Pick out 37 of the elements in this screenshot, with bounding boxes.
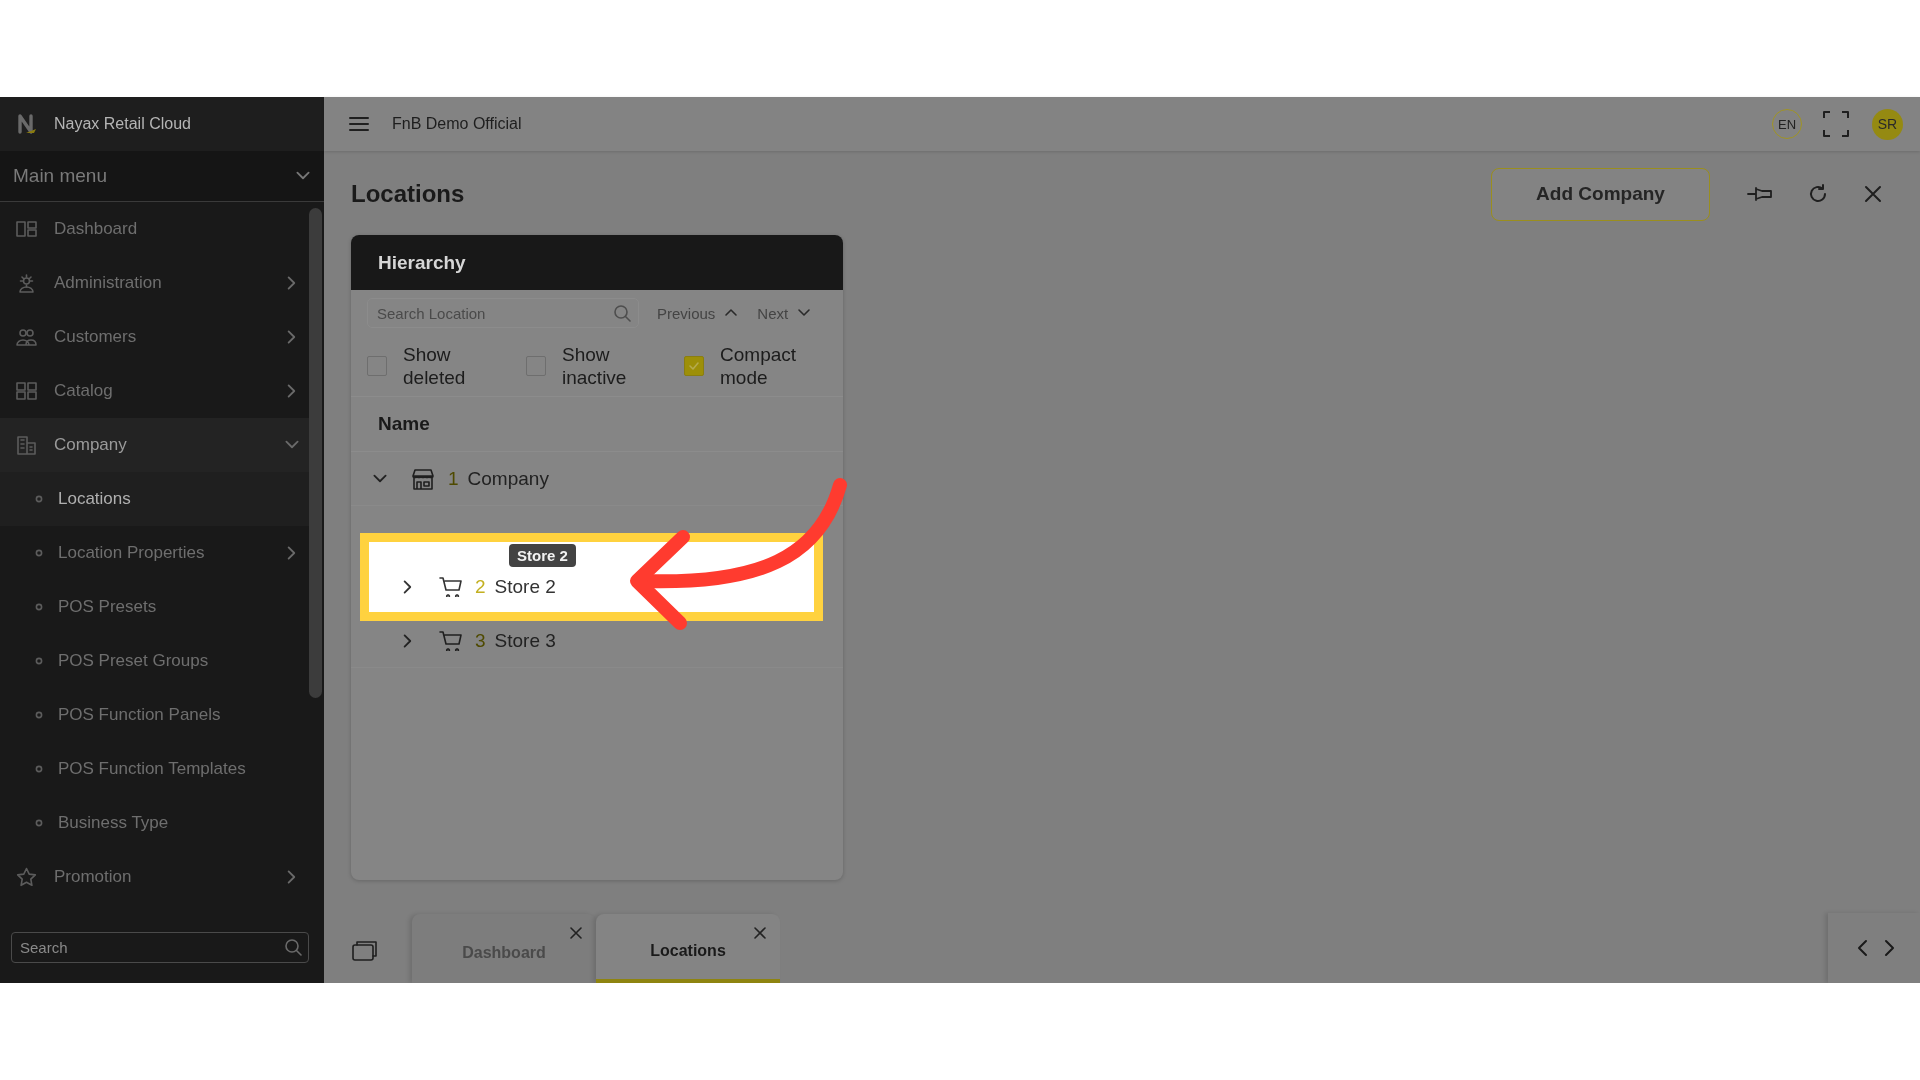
search-field[interactable]: Search Location bbox=[367, 298, 639, 328]
page-title: Locations bbox=[351, 180, 465, 208]
tree-item-label[interactable]: Store 2 bbox=[494, 575, 556, 598]
menu-item[interactable]: Catalog bbox=[0, 364, 309, 418]
search-field[interactable]: Search bbox=[11, 932, 309, 963]
row-number: 3 bbox=[475, 629, 486, 652]
menu-item[interactable]: Customers bbox=[0, 310, 309, 364]
tab[interactable]: Locations bbox=[596, 914, 780, 983]
menu-item[interactable]: Locations bbox=[0, 472, 309, 526]
checkbox-label: Show deleted bbox=[403, 343, 467, 389]
menu-item[interactable]: Company bbox=[0, 418, 309, 472]
menu-title: Main menu bbox=[13, 165, 108, 187]
previous-button[interactable]: Previous bbox=[657, 304, 740, 322]
row-number: 1 bbox=[448, 467, 459, 490]
panel-header: Hierarchy bbox=[351, 235, 843, 290]
menu-item[interactable]: Promotion bbox=[0, 850, 309, 904]
tooltip: Store 2 bbox=[509, 544, 576, 567]
add-company-button[interactable]: Add Company bbox=[1491, 167, 1710, 221]
tree-item-label[interactable]: Store 3 bbox=[494, 629, 556, 652]
next-button[interactable]: Next bbox=[757, 304, 813, 322]
app-name: Nayax Retail Cloud bbox=[54, 115, 191, 133]
checkbox-label: Compact mode bbox=[720, 343, 798, 389]
menu-item[interactable]: Administration bbox=[0, 256, 309, 310]
tree-item-label[interactable]: Company bbox=[467, 467, 549, 490]
user-avatar[interactable]: SR bbox=[1872, 108, 1903, 140]
main-menu-toggle[interactable]: Main menu bbox=[0, 151, 324, 202]
menu-item[interactable]: Location Properties bbox=[0, 526, 309, 580]
checkbox-label: Show inactive bbox=[562, 343, 628, 389]
menu-item[interactable]: Dashboard bbox=[0, 202, 309, 256]
workspace-name: FnB Demo Official bbox=[392, 115, 522, 133]
menu-item[interactable]: POS Function Templates bbox=[0, 742, 309, 796]
menu-item[interactable]: POS Function Panels bbox=[0, 688, 309, 742]
column-header: Name bbox=[378, 413, 430, 435]
menu-item[interactable]: POS Preset Groups bbox=[0, 634, 309, 688]
menu-item[interactable]: Business Type bbox=[0, 796, 309, 850]
menu-item[interactable]: POS Presets bbox=[0, 580, 309, 634]
row-number: 2 bbox=[475, 575, 486, 598]
